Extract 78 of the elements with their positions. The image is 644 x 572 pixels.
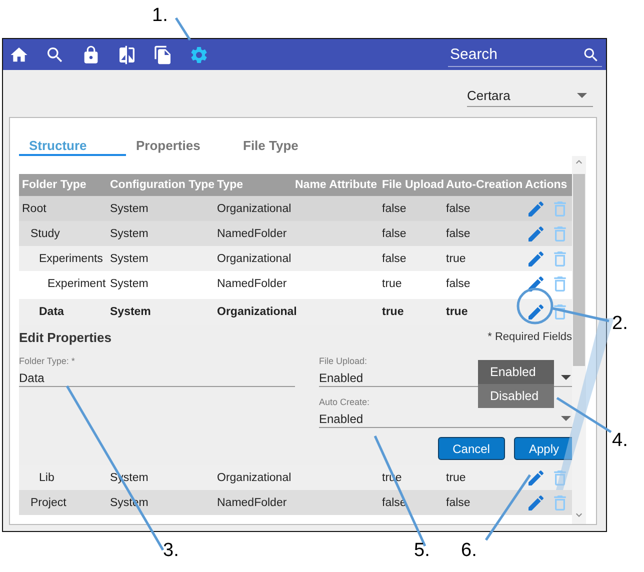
column-header: Name Attribute — [294, 179, 378, 191]
table-cell-text: false — [445, 496, 472, 508]
callout-number: 6. — [461, 540, 477, 562]
table-cell-text: NamedFolder — [216, 228, 288, 240]
callout-number: 1. — [152, 5, 168, 27]
table-cell-text: false — [381, 228, 408, 240]
table-cell-text: NamedFolder — [216, 278, 288, 290]
column-header: Configuration Type — [109, 179, 214, 191]
column-header: Folder Type — [21, 179, 88, 191]
edit-icon[interactable] — [526, 274, 546, 294]
caret-icon — [561, 416, 571, 421]
field-label: Auto Create: — [319, 397, 370, 407]
leader-line — [174, 17, 192, 41]
table-cell-text: false — [445, 202, 472, 214]
documents-icon[interactable] — [153, 44, 173, 64]
leader-line — [484, 474, 532, 541]
required-fields-note: * Required Fields — [488, 331, 572, 343]
edit-icon[interactable] — [526, 468, 546, 488]
scrollbar[interactable] — [572, 156, 586, 524]
table-cell-text: Lib — [38, 472, 56, 484]
tab[interactable]: File Type — [233, 136, 340, 156]
menu-option[interactable]: Enabled — [478, 360, 554, 384]
table-cell-text: System — [109, 306, 152, 318]
table-cell-text: Organizational — [216, 202, 292, 214]
table-cell-text: true — [445, 306, 469, 318]
table-cell-text: System — [109, 278, 150, 290]
field-label: File Upload: — [319, 356, 368, 366]
caret-icon — [577, 92, 587, 98]
home-icon[interactable] — [9, 44, 29, 64]
column-header: Actions — [524, 179, 568, 191]
edit-icon[interactable] — [526, 492, 546, 512]
caret-icon — [561, 375, 571, 380]
column-header: Auto-Creation — [445, 179, 522, 191]
cancel-button[interactable]: Cancel — [438, 437, 505, 460]
callout-number: 2. — [612, 313, 628, 335]
table-cell-text: Experiment — [46, 278, 107, 290]
table-cell-text: false — [445, 228, 472, 240]
organization-dropdown[interactable]: Certara — [467, 84, 593, 107]
table-cell-text: Root — [21, 202, 48, 214]
callout-number: 4. — [612, 430, 628, 452]
table-cell-text: true — [381, 278, 403, 290]
apply-button[interactable]: Apply — [514, 437, 572, 460]
edit-icon[interactable] — [526, 224, 546, 244]
callout-number: 3. — [163, 540, 179, 562]
table-cell-text: Organizational — [216, 472, 292, 484]
table-cell-text: true — [445, 472, 467, 484]
search-icon[interactable] — [582, 46, 600, 64]
column-header: Type — [216, 179, 244, 191]
table-cell-text: Experiments — [38, 252, 104, 264]
split-page-icon[interactable] — [117, 44, 137, 64]
leader-line — [556, 396, 612, 434]
table-cell-text: false — [381, 202, 408, 214]
column-header: File Upload — [381, 179, 443, 191]
search-icon[interactable] — [45, 44, 65, 64]
table-cell-text: System — [109, 252, 150, 264]
table-cell-text: Project — [30, 496, 68, 508]
settings-icon[interactable] — [189, 44, 209, 64]
table-cell-text: false — [445, 278, 472, 290]
table-cell-text: System — [109, 202, 150, 214]
tab[interactable]: Structure — [19, 136, 126, 156]
table-cell-text: Study — [30, 228, 61, 240]
highlight-circle — [516, 288, 554, 324]
callout-number: 5. — [414, 540, 430, 562]
table-cell-text: System — [109, 228, 150, 240]
field-label: Folder Type: * — [19, 356, 75, 366]
table-cell-text: Organizational — [216, 252, 292, 264]
edit-icon[interactable] — [526, 248, 546, 268]
edit-icon[interactable] — [526, 302, 546, 322]
section-title: Edit Properties — [19, 330, 112, 344]
text-field[interactable]: Data — [19, 369, 295, 387]
table-cell-text: false — [381, 252, 408, 264]
table-cell-text: NamedFolder — [216, 496, 288, 508]
edit-icon[interactable] — [526, 198, 546, 218]
table-cell-text: true — [445, 252, 467, 264]
leader-line — [550, 306, 610, 322]
table-cell-text: Data — [38, 306, 65, 318]
table-cell-text: true — [381, 306, 405, 318]
tab[interactable]: Properties — [126, 136, 233, 156]
